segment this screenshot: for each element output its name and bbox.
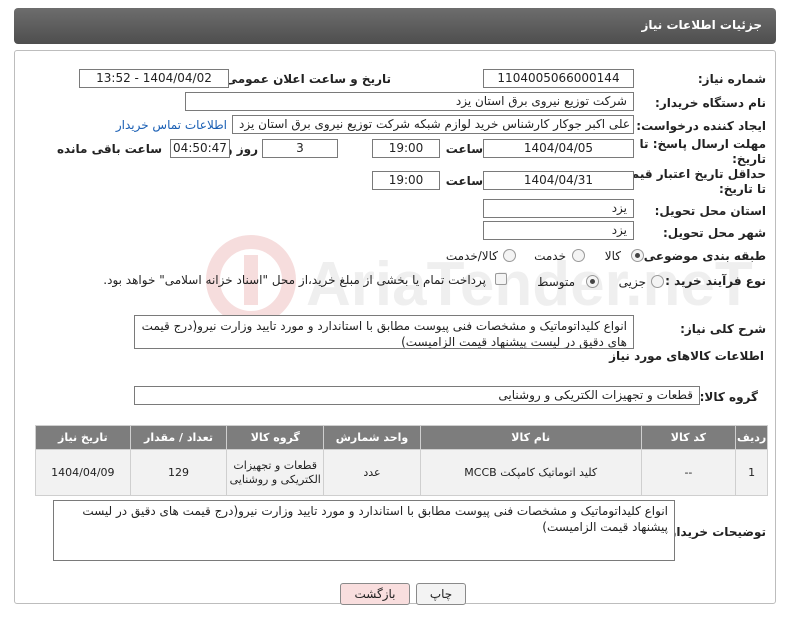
time-remaining-label: ساعت باقی مانده: [56, 142, 162, 156]
time-remaining-field: 04:50:47: [170, 139, 230, 158]
announce-label: تاریخ و ساعت اعلان عمومی:: [220, 72, 391, 86]
cell-qty: 129: [129, 449, 228, 496]
validity-date-field: 1404/04/31: [483, 171, 634, 190]
description-label: شرح کلی نیاز:: [680, 322, 766, 336]
deadline-time-field: 19:00: [372, 139, 440, 158]
deadline-label-line2: تاریخ:: [732, 152, 766, 166]
page-title-bar: جزئیات اطلاعات نیاز: [14, 8, 776, 44]
col-group: گروه کالا: [226, 425, 325, 450]
col-code: کد کالا: [640, 425, 737, 450]
buyer-org-label: نام دستگاه خریدار:: [655, 96, 766, 110]
category-label: طبقه بندی موضوعی:: [638, 249, 766, 263]
deadline-date-field: 1404/04/05: [483, 139, 634, 158]
page-title: جزئیات اطلاعات نیاز: [641, 18, 762, 32]
table-header-row: ردیف کد کالا نام کالا واحد شمارش گروه کا…: [35, 425, 768, 450]
col-date: تاریخ نیاز: [35, 425, 131, 450]
creator-label: ایجاد کننده درخواست:: [636, 119, 766, 133]
goods-group-field: قطعات و تجهیزات الکتریکی و روشنایی: [134, 386, 700, 405]
creator-field: علی اکبر جوکار کارشناس خرید لوازم شبکه ش…: [232, 115, 634, 134]
treasury-payment-checkbox[interactable]: [495, 273, 507, 285]
treasury-payment-note: پرداخت تمام یا بخشی از مبلغ خرید،از محل …: [103, 273, 486, 287]
process-radio-medium[interactable]: [586, 275, 599, 288]
days-label: روز و: [225, 142, 258, 156]
process-option-medium: متوسط: [537, 275, 575, 289]
announce-field: 1404/04/02 - 13:52: [79, 69, 229, 88]
buyer-notes-text: انواع کلیداتوماتیک و مشخصات فنی پیوست مط…: [82, 504, 668, 534]
description-field: انواع کلیداتوماتیک و مشخصات فنی پیوست مط…: [134, 315, 634, 349]
need-number-field: 1104005066000144: [483, 69, 634, 88]
back-button[interactable]: بازگشت: [340, 583, 410, 605]
process-option-minor: جزیی: [618, 275, 646, 289]
cell-code: --: [640, 449, 737, 496]
validity-time-label: ساعت: [445, 174, 483, 188]
description-text: انواع کلیداتوماتیک و مشخصات فنی پیوست مط…: [141, 319, 627, 349]
table-row: 1 -- کلید اتوماتیک کامپکت MCCB عدد قطعات…: [35, 449, 768, 496]
cell-row: 1: [735, 449, 768, 496]
buyer-notes-field: انواع کلیداتوماتیک و مشخصات فنی پیوست مط…: [53, 500, 675, 561]
deadline-time-label: ساعت: [445, 142, 483, 156]
category-radio-service[interactable]: [572, 249, 585, 262]
province-label: استان محل تحویل:: [654, 204, 766, 218]
buyer-org-field: شرکت توزیع نیروی برق استان یزد: [185, 92, 634, 111]
col-qty: تعداد / مقدار: [129, 425, 228, 450]
print-button[interactable]: چاپ: [416, 583, 466, 605]
deadline-label-line1: مهلت ارسال پاسخ: تا: [639, 137, 767, 151]
process-label: نوع فرآیند خرید :: [665, 274, 766, 288]
validity-time-field: 19:00: [372, 171, 440, 190]
validity-label-line1: حداقل تاریخ اعتبار قیمت:: [614, 167, 766, 181]
need-number-label: شماره نیاز:: [697, 72, 766, 86]
process-radio-minor[interactable]: [651, 275, 664, 288]
category-option-service: خدمت: [534, 249, 566, 263]
goods-group-label: گروه کالا:: [699, 390, 758, 404]
cell-date: 1404/04/09: [35, 449, 131, 496]
cell-unit: عدد: [323, 449, 421, 496]
category-option-goods: کالا: [604, 249, 621, 263]
cell-group: قطعات و تجهیزات الکتریکی و روشنایی: [226, 449, 325, 496]
buyer-contact-link[interactable]: اطلاعات تماس خریدار: [116, 118, 227, 132]
days-remaining-field: 3: [262, 139, 338, 158]
col-name: نام کالا: [419, 425, 642, 450]
category-radio-goods[interactable]: [631, 249, 644, 262]
category-option-goods-service: کالا/خدمت: [445, 249, 498, 263]
province-field: یزد: [483, 199, 634, 218]
validity-label-line2: تا تاریخ:: [718, 182, 766, 196]
col-row: ردیف: [735, 425, 768, 450]
items-table: ردیف کد کالا نام کالا واحد شمارش گروه کا…: [35, 425, 768, 496]
goods-info-title: اطلاعات کالاهای مورد نیاز: [609, 349, 764, 363]
city-label: شهر محل تحویل:: [662, 226, 766, 240]
col-unit: واحد شمارش: [323, 425, 421, 450]
city-field: یزد: [483, 221, 634, 240]
cell-name: کلید اتوماتیک کامپکت MCCB: [419, 449, 642, 496]
category-radio-goods-service[interactable]: [503, 249, 516, 262]
buyer-notes-label: توضیحات خریدار:: [664, 525, 766, 539]
